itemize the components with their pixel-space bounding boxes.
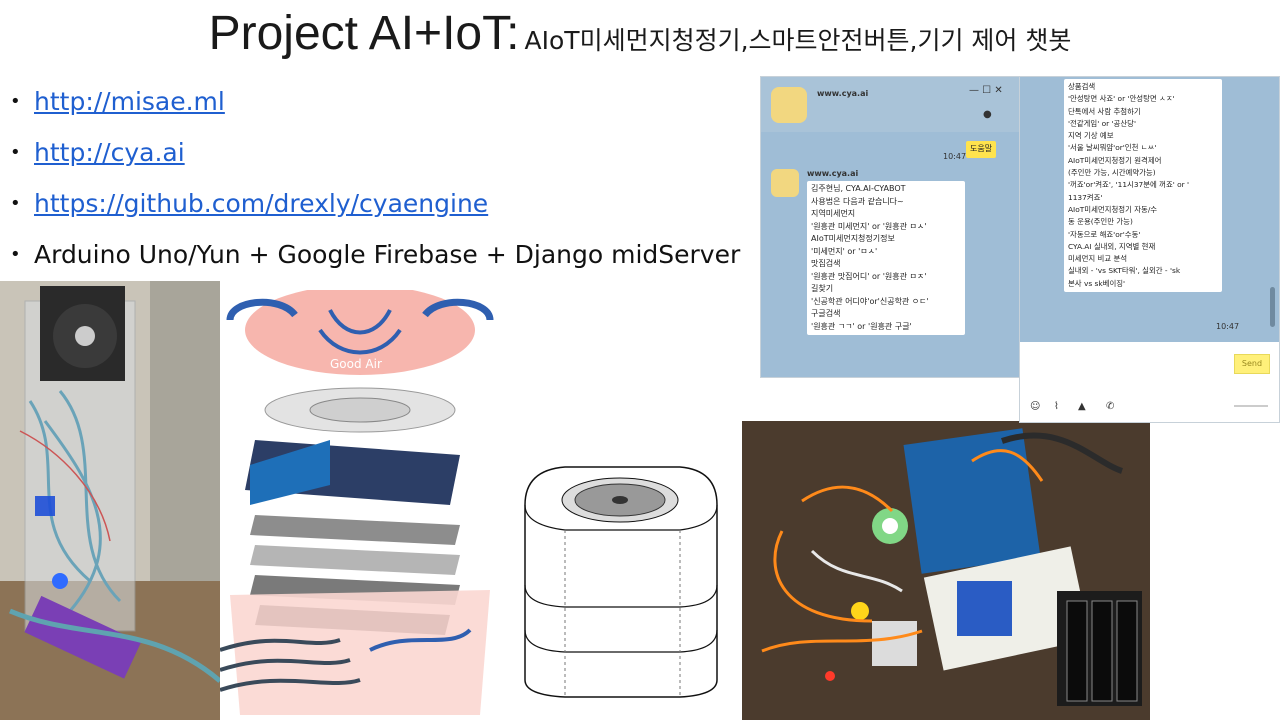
cya-link[interactable]: http://cya.ai bbox=[34, 138, 185, 167]
message-time: 10:47 bbox=[943, 152, 967, 161]
window-controls[interactable]: — ☐ ✕ bbox=[969, 85, 1003, 96]
bot-avatar bbox=[771, 87, 807, 123]
title-subtitle: AIoT미세먼지청정기,스마트안전버튼,기기 제어 챗봇 bbox=[524, 26, 1072, 55]
bullet-item: • https://github.com/drexly/cyaengine bbox=[10, 189, 489, 218]
chat-window-left: www.cya.ai — ☐ ✕ ● 도움말 10:47 www.cya.ai … bbox=[760, 76, 1020, 378]
emoji-icon[interactable]: ☺ bbox=[1030, 401, 1040, 412]
message-time-bottom: 10:47 bbox=[1216, 322, 1240, 331]
bullet-list: • http://misae.ml • http://cya.ai • https:/… bbox=[10, 80, 740, 284]
user-message-bubble: 도움말 bbox=[966, 141, 997, 158]
breadboard-photo bbox=[742, 421, 1150, 720]
purifier-sketch-illustration bbox=[524, 466, 718, 698]
title-main: Project AI+IoT: bbox=[208, 7, 520, 60]
help-message-right: 상품검색 '안성탕면 사죠' or '안성탕면 ㅅㅈ' 단톡에서 사람 추첨하기… bbox=[1064, 79, 1222, 293]
purifier-sketch bbox=[505, 455, 740, 720]
chat-window-right: 상품검색 '안성탕면 사죠' or '안성탕면 ㅅㅈ' 단톡에서 사람 추첨하기… bbox=[1019, 76, 1280, 423]
breadboard-illustration bbox=[742, 421, 1150, 720]
volume-slider[interactable] bbox=[1234, 405, 1268, 407]
bullet-item: • http://misae.ml bbox=[10, 87, 225, 116]
exploded-view-illustration: Good Air bbox=[220, 290, 494, 715]
github-link[interactable]: https://github.com/drexly/cyaengine bbox=[34, 189, 488, 218]
good-air-label: Good Air bbox=[330, 357, 382, 371]
chat-scrollbar[interactable] bbox=[1270, 287, 1275, 327]
image-icon[interactable]: ▲ bbox=[1078, 401, 1086, 412]
attach-icon[interactable]: ⌇ bbox=[1054, 401, 1059, 412]
sender-name: www.cya.ai bbox=[807, 169, 859, 178]
bullet-item: • http://cya.ai bbox=[10, 138, 185, 167]
send-button[interactable]: Send bbox=[1234, 354, 1270, 374]
bullet-item: • Arduino Uno/Yun + Google Firebase + Dja… bbox=[10, 240, 741, 269]
slide-title: Project AI+IoT: AIoT미세먼지청정기,스마트안전버튼,기기 제… bbox=[0, 6, 1280, 61]
help-message-left: 김주현님, CYA.AI-CYABOT 사용법은 다음과 같습니다~ 지역미세먼… bbox=[807, 181, 965, 335]
exploded-view-graphic: Good Air bbox=[220, 290, 505, 720]
prototype-illustration bbox=[0, 281, 220, 720]
prototype-photo bbox=[0, 281, 220, 720]
phone-icon[interactable]: ✆ bbox=[1106, 401, 1114, 412]
chat-window-title: www.cya.ai bbox=[817, 89, 869, 98]
stack-text: Arduino Uno/Yun + Google Firebase + Djan… bbox=[34, 240, 741, 269]
sender-avatar bbox=[771, 169, 799, 197]
misae-link[interactable]: http://misae.ml bbox=[34, 87, 225, 116]
chat-header: www.cya.ai — ☐ ✕ ● bbox=[761, 77, 1019, 132]
bell-icon[interactable]: ● bbox=[983, 109, 992, 120]
